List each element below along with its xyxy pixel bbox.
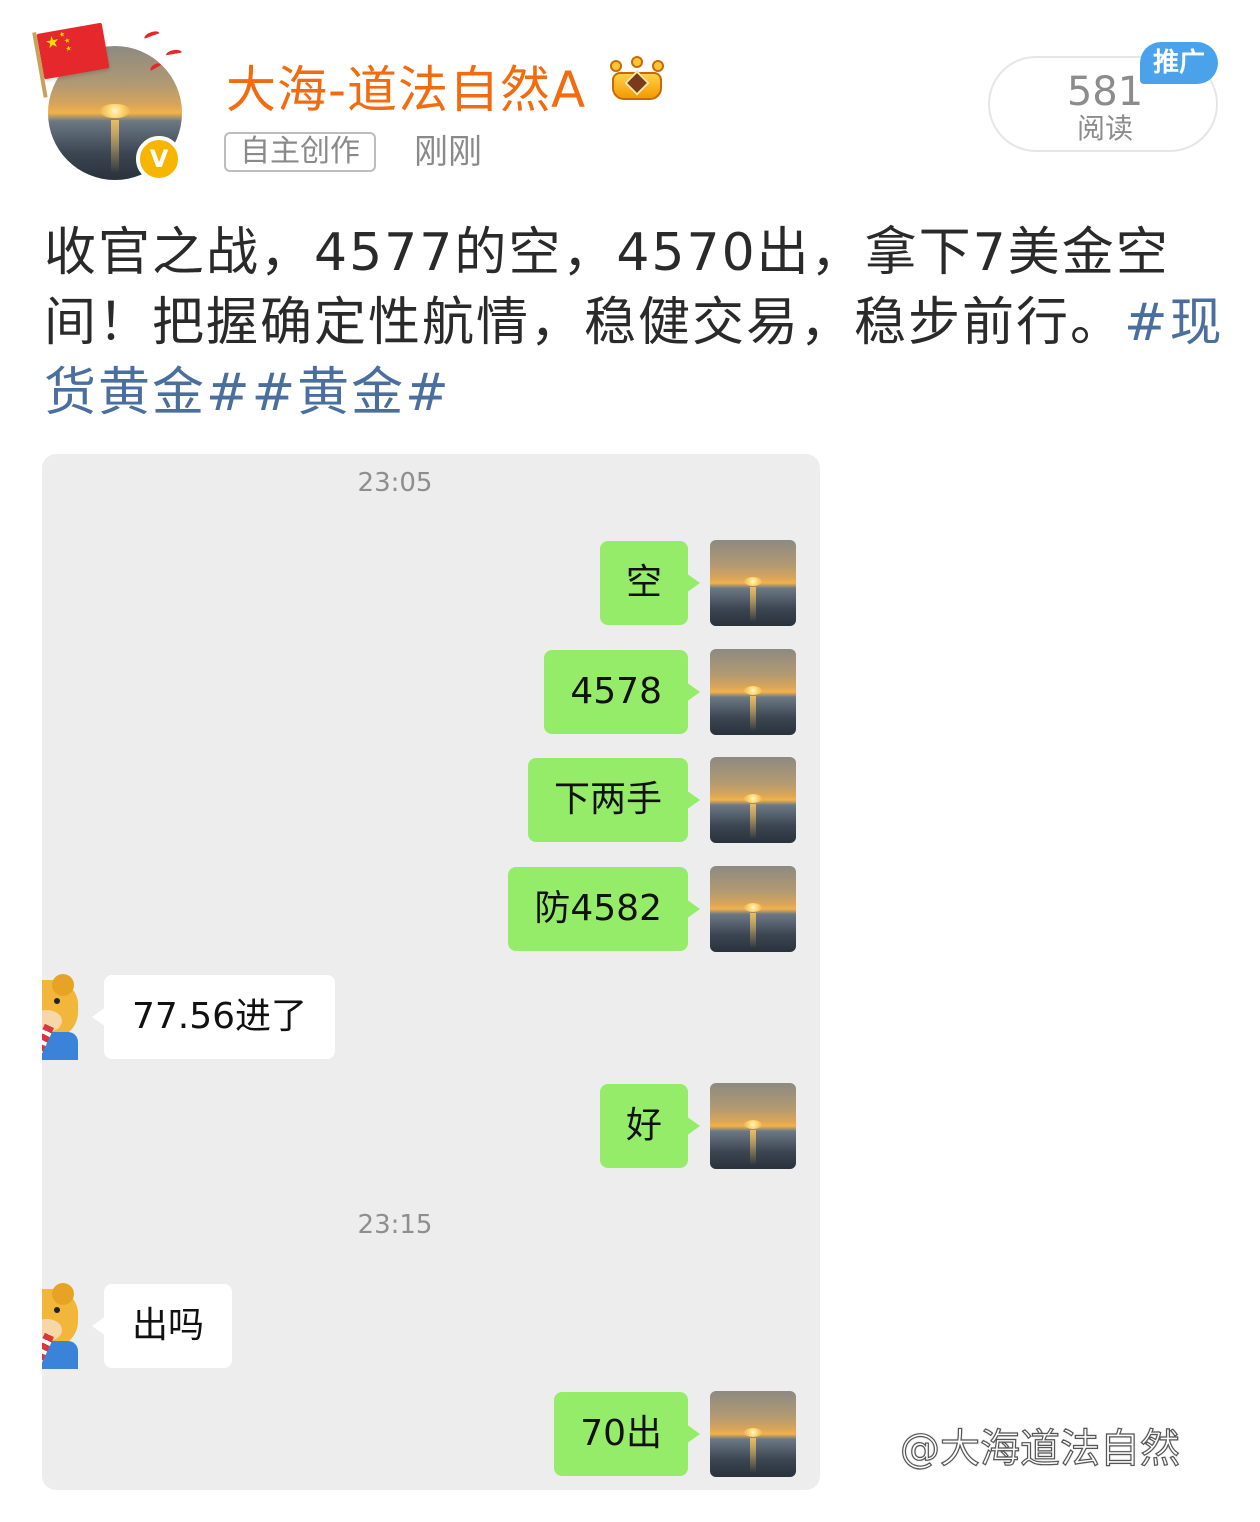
- read-label: 阅读: [1076, 112, 1133, 145]
- chat-timestamp: 23:15: [357, 1210, 433, 1240]
- post-time: 刚刚: [414, 132, 482, 172]
- message-out: 防4582: [508, 866, 796, 952]
- promo-badge[interactable]: 推广: [1140, 42, 1218, 84]
- message-bubble: 防4582: [508, 867, 700, 951]
- watermark: @大海道法自然: [899, 1425, 1180, 1472]
- bear-avatar-icon: [42, 974, 82, 1060]
- message-out: 空: [599, 540, 796, 626]
- sun-shape: [100, 103, 130, 119]
- verified-v-icon: V: [136, 136, 182, 182]
- sender-avatar: [710, 1391, 796, 1477]
- crown-badge-icon[interactable]: [606, 56, 670, 104]
- message-out: 4578: [544, 649, 796, 735]
- message-bubble: 好: [599, 1084, 701, 1168]
- author-avatar-group[interactable]: ★ ★ ★ ★ V: [32, 22, 190, 188]
- username[interactable]: 大海-道法自然A: [226, 50, 586, 122]
- post-text: 收官之战，4577的空，4570出，拿下7美金空间！把握确定性航情，稳健交易，稳…: [44, 218, 1224, 428]
- message-in: 77.56进了: [42, 974, 336, 1060]
- birds-decoration-icon: [136, 26, 196, 86]
- sun-reflection: [110, 119, 119, 174]
- sender-avatar: [710, 649, 796, 735]
- message-out: 70出: [554, 1391, 796, 1477]
- message-bubble: 70出: [554, 1392, 700, 1476]
- post-body-text: 收官之战，4577的空，4570出，拿下7美金空间！把握确定性航情，稳健交易，稳…: [44, 223, 1170, 353]
- message-bubble: 4578: [544, 650, 700, 734]
- bear-avatar-icon: [42, 1283, 82, 1369]
- message-bubble: 空: [599, 541, 701, 625]
- message-bubble: 出吗: [91, 1284, 233, 1368]
- sender-avatar: [710, 757, 796, 843]
- message-out: 好: [599, 1083, 796, 1169]
- sender-avatar: [710, 866, 796, 952]
- chat-timestamp: 23:05: [357, 468, 433, 498]
- hashtag-link[interactable]: #黄金#: [252, 363, 451, 423]
- sender-avatar: [710, 1083, 796, 1169]
- sender-avatar: [710, 540, 796, 626]
- source-tag: 自主创作: [224, 132, 376, 172]
- message-out: 下两手: [527, 757, 796, 843]
- message-bubble: 77.56进了: [91, 975, 336, 1059]
- message-bubble: 下两手: [527, 758, 701, 842]
- chat-screenshot[interactable]: 23:05 空 4578 下两手 防4582 77.56进了 好 23:15 出…: [42, 454, 820, 1490]
- message-in: 出吗: [42, 1283, 233, 1369]
